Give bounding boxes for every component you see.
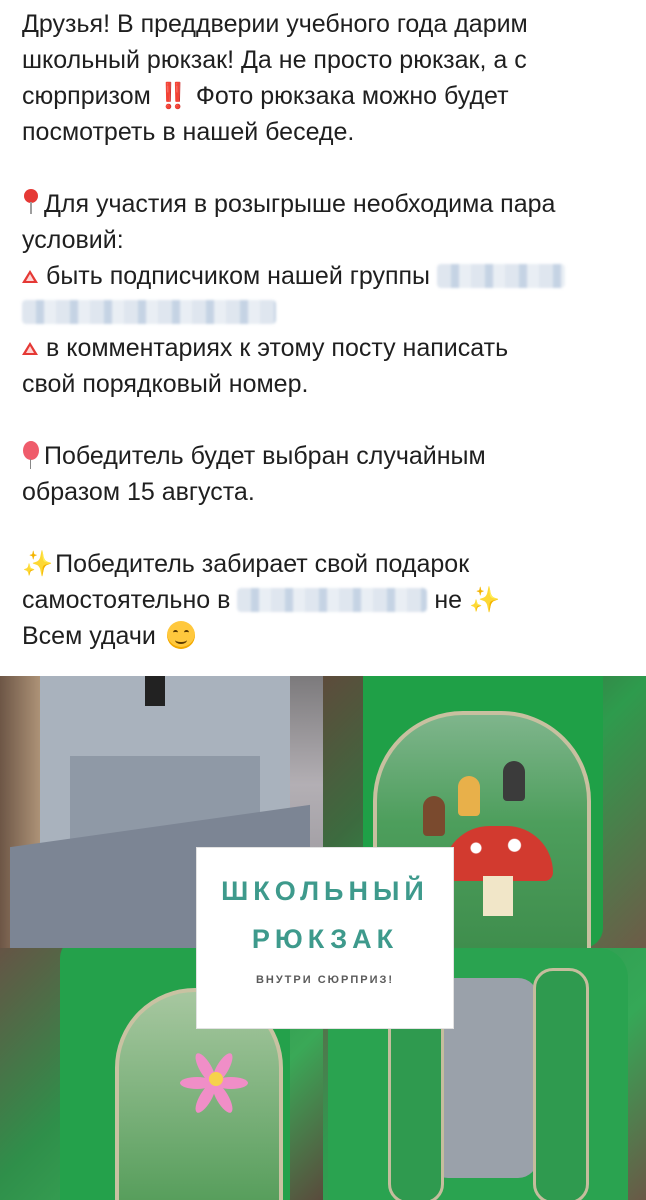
text-fragment: не: [434, 586, 463, 614]
text-line: Всем удачи: [22, 618, 632, 654]
conditions-paragraph: Для участия в розыгрыше необходима пара …: [22, 186, 632, 402]
text-fragment: Фото рюкзака можно будет: [188, 82, 509, 110]
condition-2: в комментариях к этому посту написать: [22, 330, 632, 366]
redacted-link[interactable]: [436, 264, 565, 288]
sparkles-icon: ✨: [22, 550, 54, 578]
card-subtitle: ВНУТРИ СЮРПРИЗ!: [255, 974, 395, 986]
text-fragment: Победитель забирает свой подарок: [55, 550, 470, 578]
text-fragment: Победитель будет выбран случайным: [44, 442, 486, 470]
text-line: образом 15 августа.: [22, 478, 255, 506]
redacted-link[interactable]: [22, 300, 276, 324]
text-line: условий:: [22, 226, 124, 254]
intro-paragraph: Друзья! В преддверии учебного года дарим…: [22, 6, 632, 150]
pushpin-icon: [22, 189, 40, 215]
red-triangle-icon: [22, 270, 38, 283]
text-line: сюрпризом ‼️ Фото рюкзака можно будет: [22, 78, 632, 114]
text-line: Для участия в розыгрыше необходима пара: [22, 186, 632, 222]
text-line: самостоятельно в не ✨: [22, 582, 632, 618]
text-fragment: Для участия в розыгрыше необходима пара: [44, 190, 556, 218]
text-fragment: самостоятельно в: [22, 586, 231, 614]
condition-1: быть подписчиком нашей группы: [22, 258, 632, 294]
text-line: Друзья! В преддверии учебного года дарим: [22, 10, 528, 38]
text-line: посмотреть в нашей беседе.: [22, 118, 355, 146]
text-line: Победитель будет выбран случайным: [22, 438, 632, 474]
red-triangle-icon: [22, 342, 38, 355]
text-line: [22, 294, 632, 330]
winner-paragraph: Победитель будет выбран случайным образо…: [22, 438, 632, 510]
smiling-face-icon: [166, 621, 195, 649]
photo-collage[interactable]: ШКОЛЬНЫЙ РЮКЗАК ВНУТРИ СЮРПРИЗ!: [0, 676, 646, 1200]
text-line: ✨Победитель забирает свой подарок: [22, 546, 632, 582]
promo-card: ШКОЛЬНЫЙ РЮКЗАК ВНУТРИ СЮРПРИЗ!: [197, 848, 453, 1028]
sparkles-icon: ✨: [468, 586, 501, 614]
redacted-text: [237, 588, 428, 612]
text-line: школьный рюкзак! Да не просто рюкзак, а …: [22, 46, 527, 74]
pickup-paragraph: ✨Победитель забирает свой подарок самост…: [22, 546, 632, 654]
card-title-line2: РЮКЗАК: [251, 924, 399, 954]
post-text: Друзья! В преддверии учебного года дарим…: [22, 6, 632, 690]
text-fragment: сюрпризом: [22, 82, 151, 110]
card-title-line1: ШКОЛЬНЫЙ: [221, 876, 429, 906]
text-fragment: в комментариях к этому посту написать: [46, 334, 509, 362]
text-fragment: Всем удачи: [22, 622, 156, 650]
balloon-icon: [22, 441, 40, 469]
text-fragment: быть подписчиком нашей группы: [46, 262, 431, 290]
text-line: свой порядковый номер.: [22, 370, 309, 398]
double-exclamation-icon: ‼️: [157, 82, 189, 110]
